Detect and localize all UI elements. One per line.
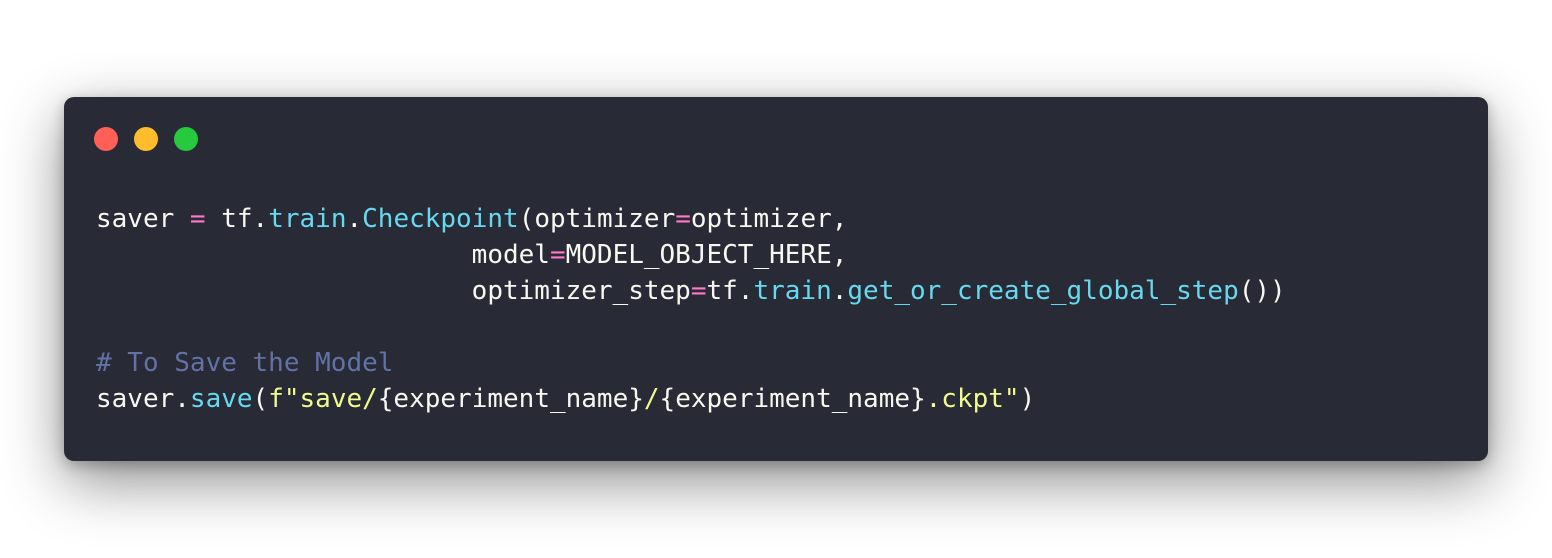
code-token: = [690, 276, 707, 306]
code-token: MODEL_OBJECT_HERE, [565, 240, 848, 270]
minimize-button[interactable] [134, 127, 158, 151]
code-token: ( [252, 384, 269, 414]
code-token: optimizer, [690, 204, 848, 234]
code-block: saver = tf.train.Checkpoint(optimizer=op… [96, 201, 1286, 417]
code-token: ()) [1238, 276, 1286, 306]
code-token: . [346, 204, 363, 234]
code-line: optimizer_step=tf.train.get_or_create_gl… [96, 273, 1286, 309]
code-token: saver. [96, 384, 190, 414]
code-line: saver = tf.train.Checkpoint(optimizer=op… [96, 201, 1286, 237]
code-token: model [96, 240, 550, 270]
code-token: saver [96, 204, 190, 234]
code-token: . [831, 276, 848, 306]
code-token: = [189, 204, 206, 234]
code-window: saver = tf.train.Checkpoint(optimizer=op… [64, 97, 1488, 461]
code-token: {experiment_name} [377, 384, 644, 414]
code-line: model=MODEL_OBJECT_HERE, [96, 237, 1286, 273]
code-token: get_or_create_global_step [847, 276, 1239, 306]
maximize-button[interactable] [174, 127, 198, 151]
code-token: .ckpt" [925, 384, 1020, 414]
code-token: / [643, 384, 660, 414]
code-token: {experiment_name} [659, 384, 926, 414]
window-controls [94, 127, 198, 151]
code-token: train [753, 276, 832, 306]
code-token: ) [1019, 384, 1036, 414]
close-button[interactable] [94, 127, 118, 151]
code-token: save [189, 384, 253, 414]
code-token: tf. [205, 204, 269, 234]
code-token: = [675, 204, 691, 234]
screenshot-canvas: saver = tf.train.Checkpoint(optimizer=op… [0, 0, 1552, 558]
code-line: # To Save the Model [96, 345, 1286, 381]
code-token: f"save/ [268, 384, 378, 414]
code-token: optimizer_step [96, 276, 691, 306]
code-token: train [268, 204, 347, 234]
code-token: Checkpoint [362, 204, 519, 234]
code-token: # To Save the Model [96, 348, 394, 378]
code-line: saver.save(f"save/{experiment_name}/{exp… [96, 381, 1286, 417]
code-token: (optimizer [518, 204, 676, 234]
code-token: = [549, 240, 566, 270]
code-token: tf. [706, 276, 754, 306]
